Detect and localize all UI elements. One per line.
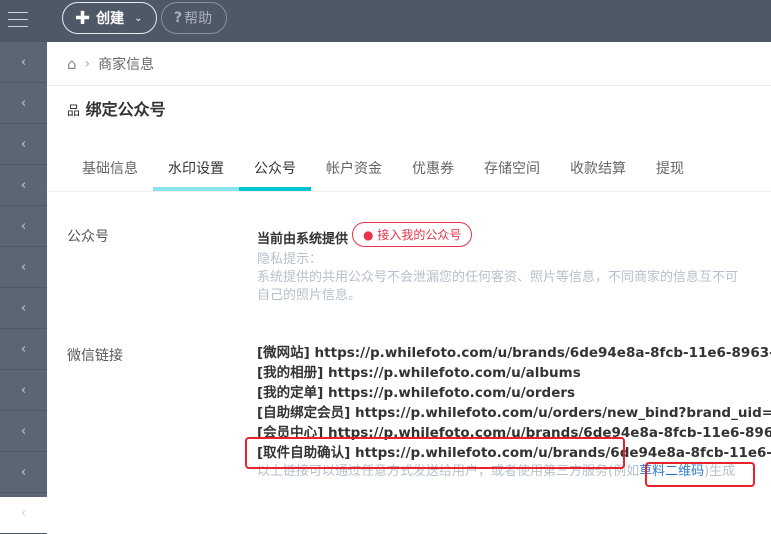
link-row: [微网站] https://p.whilefoto.com/u/brands/6… (257, 343, 771, 363)
highlight-box (245, 437, 625, 469)
connect-label: 接入我的公众号 (377, 228, 462, 242)
privacy-text: 系统提供的共用公众号不会泄漏您的任何客资、照片等信息，不同商家的信息互不可 (257, 270, 739, 285)
breadcrumb: ⌂ › 商家信息 (67, 54, 154, 74)
sidebar-expand-icon[interactable]: ‹ (0, 370, 47, 411)
plus-icon: ✚ (75, 7, 91, 29)
privacy-text-2: 自己的照片信息。 (257, 288, 362, 303)
tab-storage[interactable]: 存储空间 (469, 158, 555, 191)
link-url[interactable]: https://p.whilefoto.com/u/albums (328, 365, 581, 381)
divider (47, 191, 771, 192)
link-url[interactable]: https://p.whilefoto.com/u/brands/6de94e8… (315, 345, 771, 361)
home-icon[interactable]: ⌂ (67, 55, 77, 73)
connect-account-button[interactable]: ● 接入我的公众号 (352, 222, 473, 247)
link-name: [自助绑定会员] (257, 405, 351, 421)
account-status: 当前由系统提供 (257, 232, 349, 247)
sidebar-expand-icon[interactable]: ‹ (0, 42, 47, 83)
link-row: [我的定单] https://p.whilefoto.com/u/orders (257, 383, 771, 403)
tab-bar: 基础信息 水印设置 公众号 帐户资金 优惠券 存储空间 收款结算 提现 (67, 158, 699, 191)
tab-payment-settlement[interactable]: 收款结算 (555, 158, 641, 191)
tab-basic-info[interactable]: 基础信息 (67, 158, 153, 191)
sidebar-expand-icon[interactable]: ‹ (0, 124, 47, 165)
breadcrumb-current: 商家信息 (98, 57, 155, 73)
official-account-label: 公众号 (67, 229, 109, 245)
sidebar-expand-icon[interactable]: ‹ (0, 83, 47, 124)
official-account-section: 当前由系统提供 ● 接入我的公众号 隐私提示： 系统提供的共用公众号不会泄漏您的任… (257, 222, 739, 305)
link-url[interactable]: https://p.whilefoto.com/u/orders (328, 385, 575, 401)
tab-official-account[interactable]: 公众号 (239, 158, 311, 191)
create-label: 创建 (96, 11, 125, 27)
page-title-text: 绑定公众号 (85, 100, 166, 119)
help-button[interactable]: ? 帮助 (161, 2, 227, 34)
privacy-title: 隐私提示： (257, 252, 323, 267)
page-title: 品 绑定公众号 (67, 96, 166, 120)
link-row: [我的相册] https://p.whilefoto.com/u/albums (257, 363, 771, 383)
main-content: ⌂ › 商家信息 品 绑定公众号 基础信息 水印设置 公众号 帐户资金 优惠券 … (47, 42, 771, 497)
tab-coupons[interactable]: 优惠券 (397, 158, 469, 191)
sitemap-icon: 品 (67, 104, 81, 119)
link-name: [微网站] (257, 345, 310, 361)
wechat-icon: ● (363, 228, 374, 242)
sidebar-expand-icon[interactable]: ‹ (0, 206, 47, 247)
link-name: [我的定单] (257, 385, 324, 401)
sidebar-expand-icon[interactable]: ‹ (0, 165, 47, 206)
link-name: [我的相册] (257, 365, 324, 381)
hamburger-menu-icon[interactable] (8, 12, 28, 28)
top-bar: ✚ 创建 ⌄ ? 帮助 (0, 0, 771, 42)
sidebar: ‹ ‹ ‹ ‹ ‹ ‹ ‹ ‹ ‹ ‹ ‹ ‹ (0, 42, 47, 534)
sidebar-expand-icon[interactable]: ‹ (0, 493, 47, 534)
sidebar-expand-icon[interactable]: ‹ (0, 329, 47, 370)
wechat-links-label: 微信链接 (67, 348, 123, 364)
tab-account-funds[interactable]: 帐户资金 (311, 158, 397, 191)
highlight-box (645, 462, 755, 487)
question-icon: ? (174, 10, 183, 26)
sidebar-expand-icon[interactable]: ‹ (0, 288, 47, 329)
link-url[interactable]: https://p.whilefoto.com/u/orders/new_bin… (355, 405, 771, 421)
sidebar-expand-icon[interactable]: ‹ (0, 452, 47, 493)
create-button[interactable]: ✚ 创建 ⌄ (62, 2, 157, 34)
help-label: 帮助 (184, 11, 213, 27)
sidebar-expand-icon[interactable]: ‹ (0, 411, 47, 452)
tab-watermark[interactable]: 水印设置 (153, 158, 239, 191)
sidebar-expand-icon[interactable]: ‹ (0, 247, 47, 288)
chevron-down-icon: ⌄ (134, 12, 143, 24)
divider (47, 85, 771, 86)
tab-withdraw[interactable]: 提现 (641, 158, 699, 191)
chevron-right-icon: › (84, 56, 91, 72)
link-row: [自助绑定会员] https://p.whilefoto.com/u/order… (257, 403, 771, 423)
